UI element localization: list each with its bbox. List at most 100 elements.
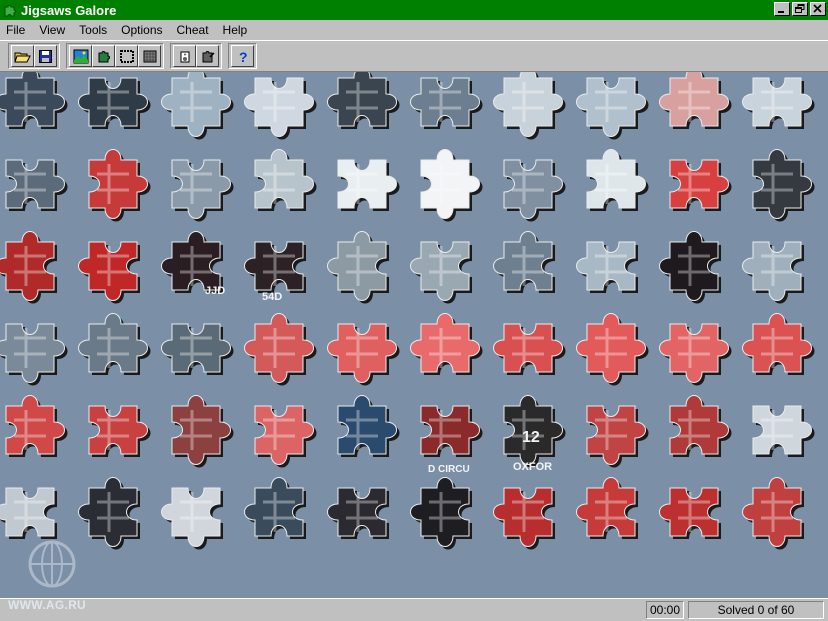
puzzle-piece[interactable] (327, 487, 390, 539)
title-bar: Jigsaws Galore (0, 0, 828, 20)
menu-bar: File View Tools Options Cheat Help (0, 20, 828, 40)
puzzle-piece[interactable] (327, 72, 400, 129)
puzzle-piece[interactable] (161, 487, 224, 550)
toolbar-group-help: ? (228, 43, 257, 69)
puzzle-piece[interactable] (254, 149, 317, 212)
save-disk-icon (39, 49, 52, 63)
menu-view[interactable]: View (32, 21, 72, 39)
puzzle-piece[interactable] (493, 72, 566, 140)
piece-lettering: 54D (262, 291, 282, 303)
menu-cheat[interactable]: Cheat (170, 21, 216, 39)
puzzle-piece[interactable] (493, 231, 556, 294)
edge-frame-button[interactable] (115, 45, 138, 67)
puzzle-piece[interactable] (337, 395, 400, 458)
puzzle-piece[interactable] (669, 395, 732, 458)
puzzle-pieces-layer: JJD 54D 12 OXFOR D CIRCU (0, 72, 815, 550)
puzzle-piece[interactable] (420, 405, 483, 457)
puzzle-piece[interactable] (410, 241, 473, 304)
puzzle-piece[interactable] (752, 405, 815, 457)
puzzle-piece[interactable] (161, 231, 224, 294)
save-button[interactable] (34, 45, 57, 67)
grid-icon (143, 50, 156, 62)
puzzle-piece[interactable] (0, 72, 68, 129)
help-question-icon: ? (239, 49, 248, 64)
puzzle-piece[interactable] (586, 149, 649, 212)
puzzle-piece[interactable] (742, 241, 805, 304)
puzzle-piece[interactable] (659, 487, 722, 539)
pieces-icon (98, 50, 110, 62)
show-pieces-button[interactable] (92, 45, 115, 67)
close-button[interactable] (810, 2, 826, 16)
puzzle-piece[interactable] (0, 323, 68, 386)
menu-file[interactable]: File (0, 21, 32, 39)
puzzle-piece[interactable] (669, 159, 732, 211)
puzzle-piece[interactable] (659, 231, 722, 304)
puzzle-piece[interactable] (337, 159, 400, 211)
grid-button[interactable] (138, 45, 161, 67)
puzzle-piece[interactable] (244, 477, 307, 540)
puzzle-piece[interactable] (244, 241, 307, 293)
help-button[interactable]: ? (231, 45, 254, 67)
piece-lettering: OXFOR (513, 461, 552, 473)
menu-tools[interactable]: Tools (72, 21, 114, 39)
toolbar: ? (0, 40, 828, 72)
puzzle-piece[interactable] (576, 77, 649, 140)
minimize-button[interactable] (774, 2, 790, 16)
puzzle-piece[interactable] (742, 77, 815, 129)
menu-help[interactable]: Help (216, 21, 255, 39)
puzzle-board[interactable]: JJD 54D 12 OXFOR D CIRCU (0, 72, 828, 598)
sound-button[interactable] (173, 45, 196, 67)
puzzle-piece[interactable] (88, 405, 151, 457)
puzzle-piece[interactable] (88, 149, 151, 222)
puzzle-piece[interactable] (0, 231, 57, 304)
puzzle-piece[interactable] (493, 487, 556, 550)
restore-button[interactable] (792, 2, 808, 16)
puzzle-piece[interactable] (327, 323, 400, 386)
puzzle-piece[interactable] (410, 313, 483, 376)
puzzle-piece[interactable] (5, 395, 68, 458)
app-window: Jigsaws Galore File View Tools Options C… (0, 0, 828, 621)
puzzle-piece[interactable] (410, 477, 473, 550)
puzzle-piece[interactable] (659, 323, 732, 386)
puzzle-piece[interactable] (576, 241, 639, 293)
puzzle-piece[interactable] (586, 405, 649, 468)
show-picture-button[interactable] (69, 45, 92, 67)
puzzle-piece[interactable] (5, 159, 68, 211)
hint-icon (202, 50, 215, 62)
puzzle-piece[interactable] (254, 405, 317, 468)
puzzle-piece[interactable] (244, 77, 317, 140)
hint-button[interactable] (196, 45, 219, 67)
puzzle-piece[interactable] (503, 159, 566, 222)
svg-text:?: ? (239, 49, 248, 64)
puzzle-piece[interactable] (742, 313, 815, 376)
minimize-icon (778, 11, 784, 13)
puzzle-piece[interactable] (327, 231, 390, 304)
puzzle-piece[interactable] (78, 77, 151, 129)
puzzle-piece[interactable] (78, 313, 151, 376)
puzzle-piece[interactable] (161, 72, 234, 140)
close-icon (813, 4, 822, 13)
puzzle-piece[interactable] (576, 477, 639, 540)
puzzle-piece[interactable] (493, 323, 566, 375)
site-logo (8, 524, 90, 594)
puzzle-piece[interactable] (171, 159, 234, 222)
piece-lettering: JJD (205, 285, 225, 297)
puzzle-piece[interactable] (410, 77, 483, 129)
puzzle-piece[interactable] (742, 477, 805, 550)
puzzle-piece[interactable] (576, 313, 649, 386)
jigsaw-app-icon[interactable] (2, 2, 18, 18)
status-bar: 00:00 Solved 0 of 60 (0, 598, 828, 621)
puzzle-piece[interactable] (659, 72, 732, 129)
puzzle-piece[interactable] (78, 241, 141, 304)
frame-icon (119, 49, 134, 63)
puzzle-piece[interactable] (752, 149, 815, 222)
puzzle-piece[interactable] (161, 323, 234, 375)
menu-options[interactable]: Options (114, 21, 169, 39)
piece-lettering: D CIRCU (428, 464, 470, 475)
puzzle-piece[interactable] (244, 313, 317, 386)
open-button[interactable] (11, 45, 34, 67)
toolbar-group-tools (170, 43, 222, 69)
piece-lettering: 12 (522, 429, 540, 446)
puzzle-piece[interactable] (420, 149, 483, 222)
puzzle-piece[interactable] (171, 395, 234, 468)
